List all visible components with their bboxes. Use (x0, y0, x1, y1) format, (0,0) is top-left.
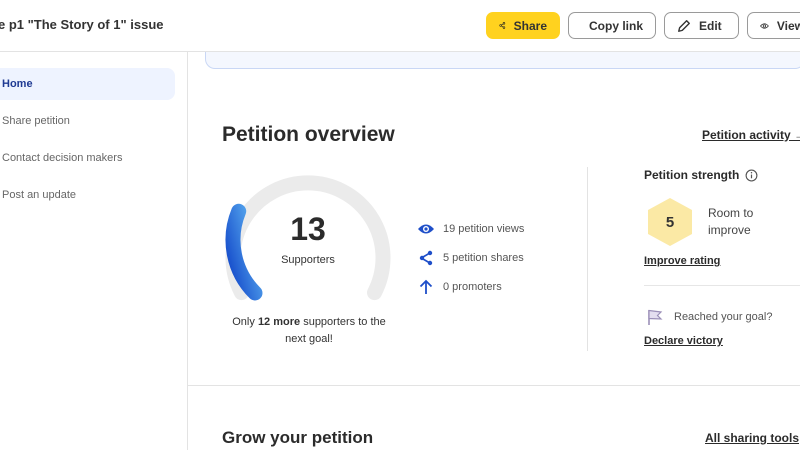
improve-rating-link[interactable]: Improve rating (644, 255, 720, 267)
petition-activity-link[interactable]: Petition activity → (702, 128, 800, 142)
petition-strength-title: Petition strength (644, 168, 758, 182)
view-button[interactable]: View (747, 12, 800, 39)
goal-note: Only 12 more supporters to the next goal… (222, 314, 396, 348)
view-button-label: View (776, 18, 800, 33)
eye-icon (418, 224, 434, 234)
reached-goal: Reached your goal? (646, 308, 772, 326)
banner-card (205, 52, 800, 69)
sidebar-item-label: Contact decision makers (2, 152, 123, 164)
stat-views-text: 19 petition views (443, 223, 525, 235)
sidebar-item-label: Home (2, 78, 33, 90)
info-icon[interactable] (745, 169, 758, 182)
sidebar-item-label: Post an update (2, 189, 77, 201)
page-title: e p1 "The Story of 1" issue (0, 17, 164, 32)
all-sharing-tools-link[interactable]: All sharing tools (705, 431, 799, 445)
stat-views: 19 petition views (417, 222, 524, 236)
flag-icon (648, 309, 663, 325)
edit-button-label: Edit (699, 18, 722, 33)
sidebar-item-post-update[interactable]: Post an update (0, 179, 175, 211)
sidebar: Home Share petition Contact decision mak… (0, 52, 188, 450)
share-icon (499, 22, 506, 29)
strength-status: Room to improve (708, 206, 754, 237)
top-bar: e p1 "The Story of 1" issue Share Copy l… (0, 0, 800, 52)
share-button-label: Share (513, 18, 547, 33)
grow-petition-title: Grow your petition (222, 428, 374, 447)
petition-strength-label: Petition strength (644, 168, 740, 182)
stat-promoters: 0 promoters (417, 279, 502, 295)
share-button[interactable]: Share (486, 12, 560, 39)
declare-victory-link[interactable]: Declare victory (644, 335, 723, 347)
sidebar-item-share-petition[interactable]: Share petition (0, 105, 175, 137)
sidebar-item-home[interactable]: Home (0, 68, 175, 100)
goal-note-suffix: supporters to the next goal! (285, 316, 386, 345)
strength-divider (644, 285, 800, 286)
goal-note-prefix: Only (232, 316, 258, 328)
sidebar-item-contact-decision-makers[interactable]: Contact decision makers (0, 142, 175, 174)
pencil-icon (678, 19, 690, 32)
supporters-label: Supporters (281, 254, 335, 266)
supporters-count: 13 (290, 211, 326, 247)
copy-link-button[interactable]: Copy link (568, 12, 656, 39)
copy-link-label: Copy link (589, 18, 644, 33)
stat-shares-text: 5 petition shares (443, 252, 524, 264)
strength-score: 5 (665, 213, 675, 231)
arrow-up-icon (419, 279, 433, 294)
strength-score-badge: 5 (648, 198, 692, 246)
petition-overview-title: Petition overview (222, 123, 395, 146)
eye-icon (760, 22, 769, 29)
stat-shares: 5 petition shares (417, 250, 524, 266)
stat-promoters-text: 0 promoters (443, 281, 502, 293)
overview-divider (587, 167, 588, 351)
edit-button[interactable]: Edit (664, 12, 739, 39)
sidebar-item-label: Share petition (2, 115, 70, 127)
section-divider (188, 385, 800, 386)
reached-goal-text: Reached your goal? (674, 311, 773, 323)
share-nodes-icon (419, 250, 433, 266)
goal-note-count: 12 more (257, 316, 301, 328)
